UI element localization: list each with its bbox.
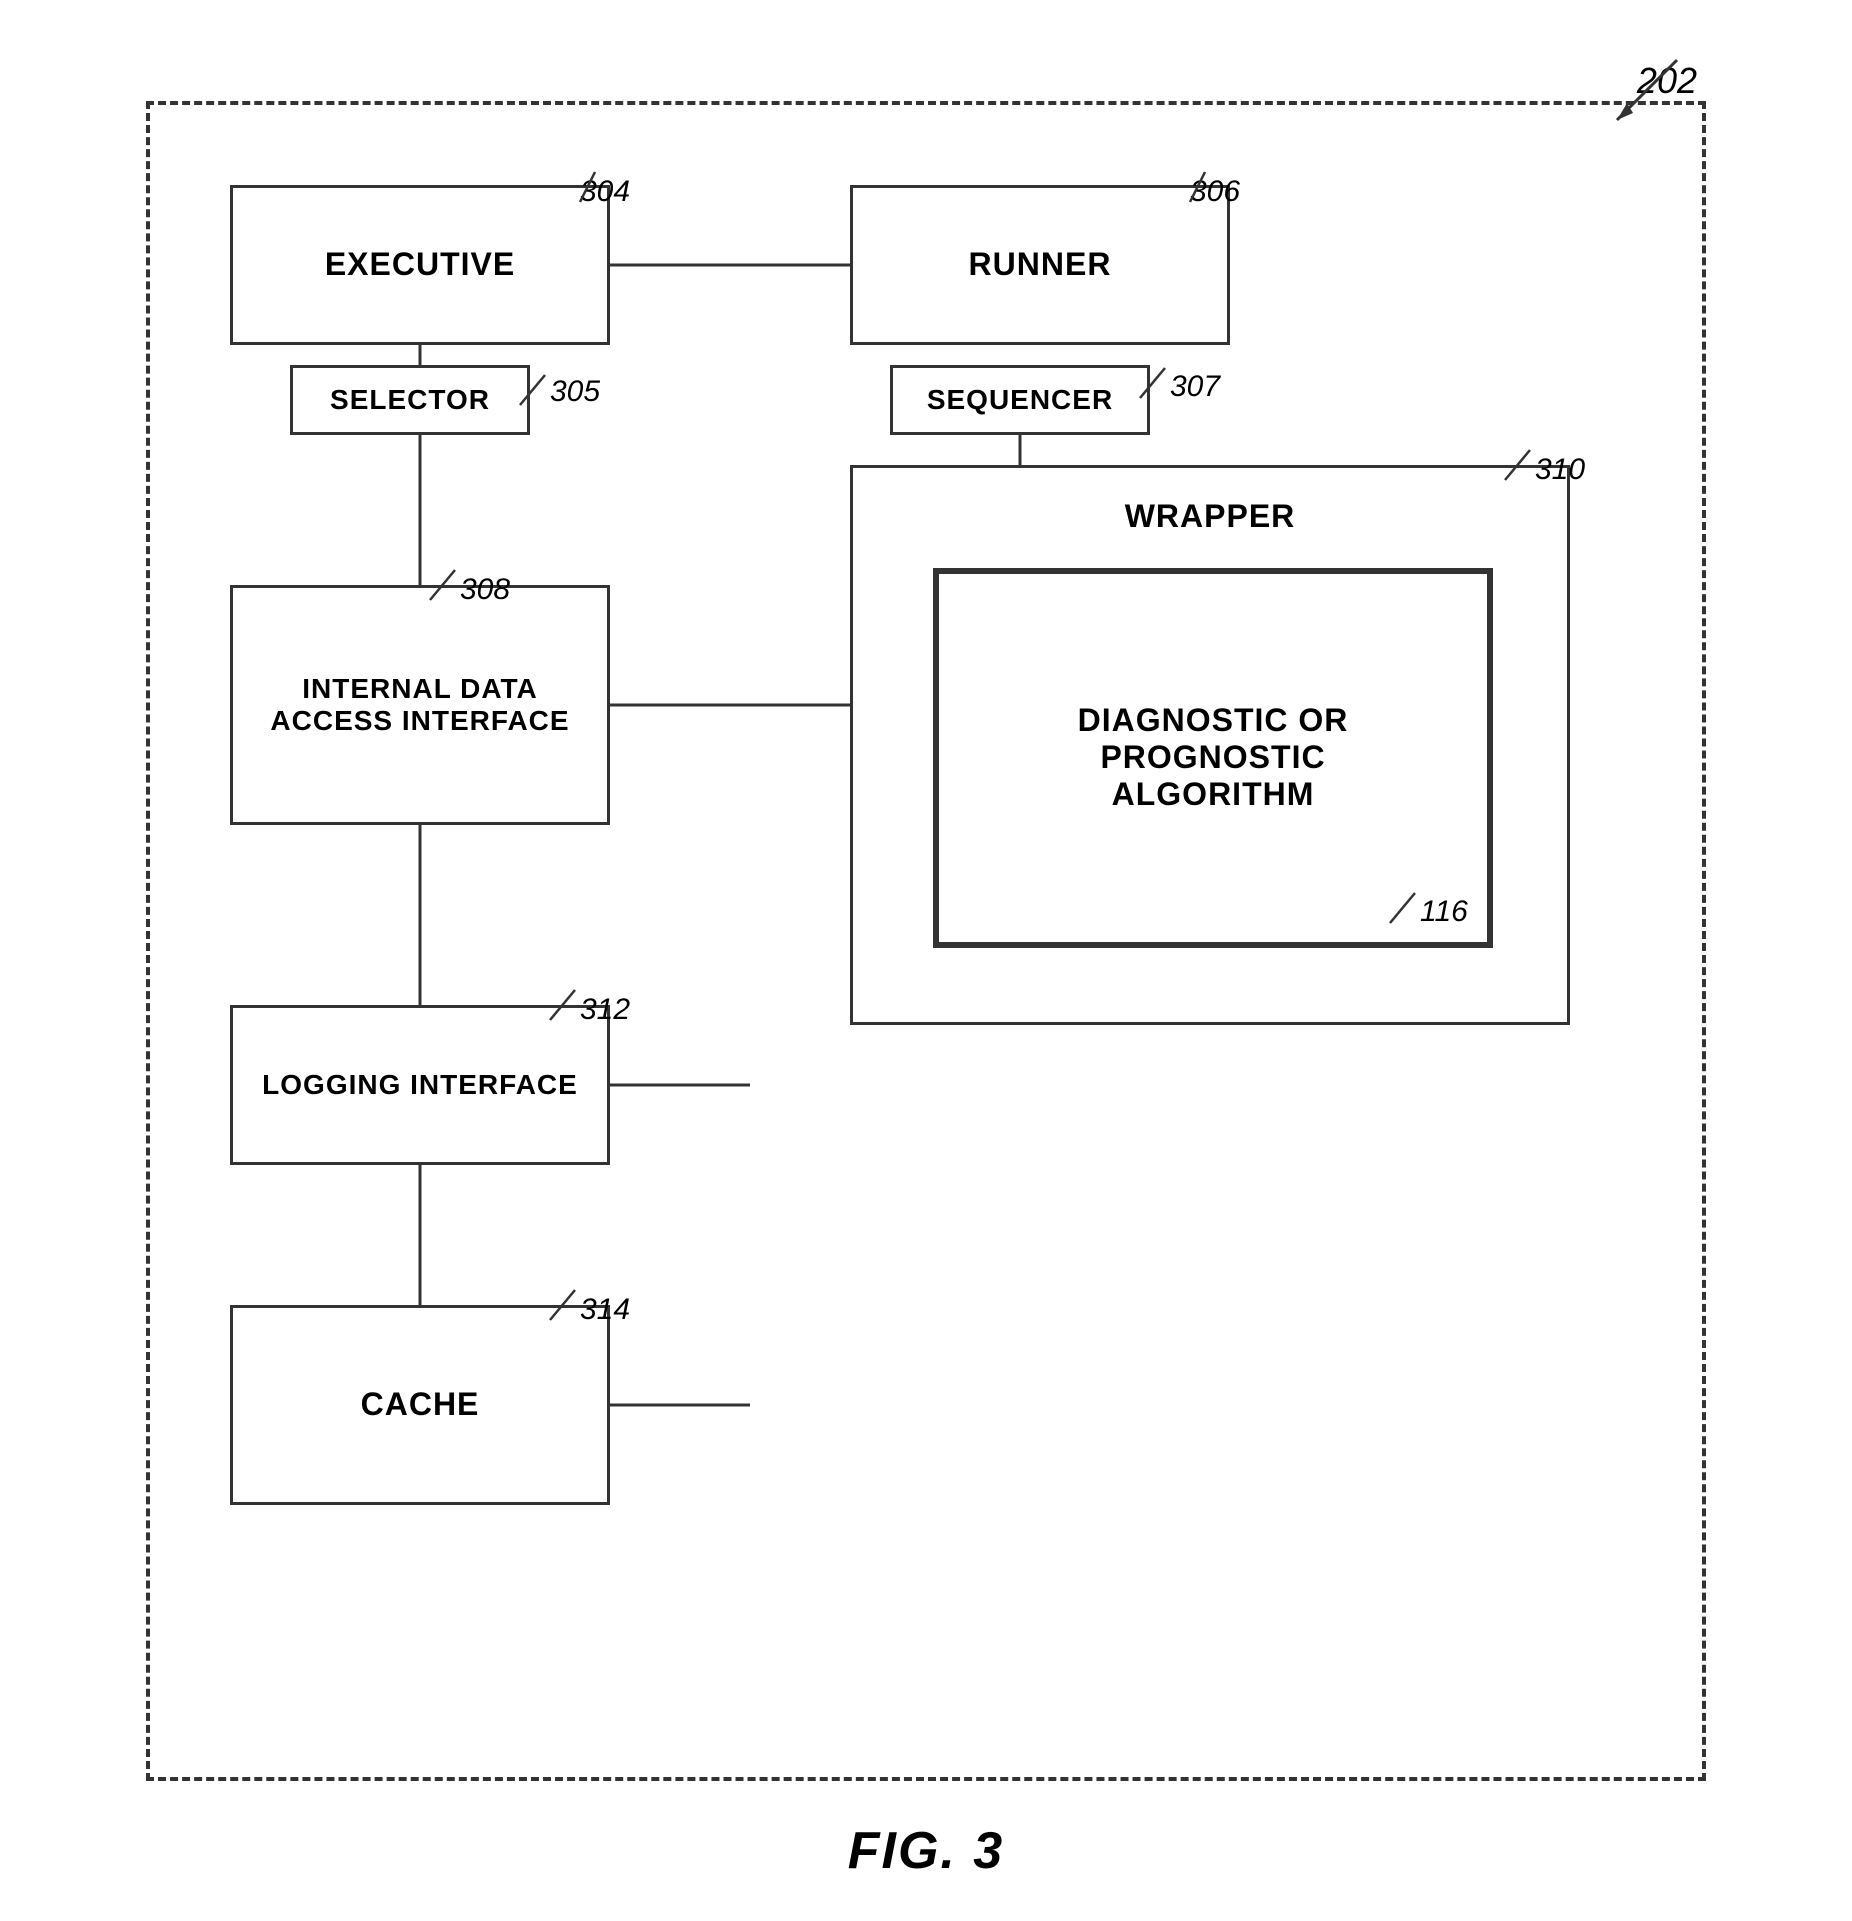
ref-116-tick	[1380, 888, 1440, 928]
runner-label: RUNNER	[969, 246, 1112, 283]
ref-314-tick	[540, 1285, 600, 1325]
selector-box: SELECTOR	[290, 365, 530, 435]
cache-box: CACHE	[230, 1305, 610, 1505]
ref-304-tick	[540, 167, 600, 207]
ref-305-tick	[510, 370, 570, 410]
ref-312-tick	[540, 985, 600, 1025]
ref-310-tick	[1495, 445, 1555, 485]
wrapper-label: WRAPPER	[853, 498, 1567, 535]
sequencer-label: SEQUENCER	[927, 384, 1113, 416]
outer-diagram-box: EXECUTIVE 304 RUNNER 306 SELECTOR 305	[146, 101, 1706, 1781]
sequencer-box: SEQUENCER	[890, 365, 1150, 435]
diagram-area: EXECUTIVE 304 RUNNER 306 SELECTOR 305	[150, 105, 1702, 1777]
executive-box: EXECUTIVE	[230, 185, 610, 345]
logging-box: LOGGING INTERFACE	[230, 1005, 610, 1165]
ref-308-tick	[420, 565, 480, 605]
logging-label: LOGGING INTERFACE	[262, 1069, 578, 1101]
idai-box: INTERNAL DATA ACCESS INTERFACE	[230, 585, 610, 825]
wrapper-box: WRAPPER DIAGNOSTIC OR PROGNOSTIC ALGORIT…	[850, 465, 1570, 1025]
runner-box: RUNNER	[850, 185, 1230, 345]
figure-caption: FIG. 3	[848, 1821, 1004, 1881]
ref-307-tick	[1130, 363, 1190, 403]
cache-label: CACHE	[361, 1386, 480, 1423]
idai-label: INTERNAL DATA ACCESS INTERFACE	[270, 673, 569, 737]
page-container: 202	[0, 0, 1852, 1921]
ref-306-tick	[1150, 167, 1210, 207]
selector-label: SELECTOR	[330, 384, 490, 416]
dpai-label: DIAGNOSTIC OR PROGNOSTIC ALGORITHM	[1078, 702, 1349, 813]
executive-label: EXECUTIVE	[325, 246, 515, 283]
